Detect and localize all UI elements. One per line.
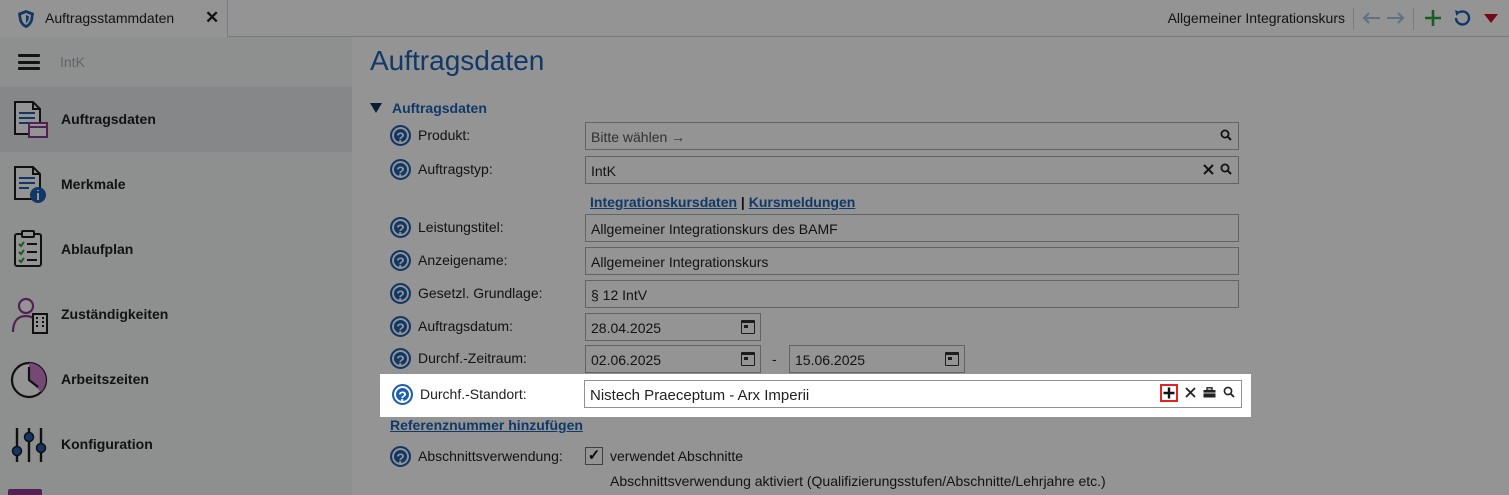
dim-overlay <box>0 417 1509 495</box>
help-icon[interactable]: ? <box>392 384 413 405</box>
briefcase-icon[interactable] <box>1203 385 1216 401</box>
row-standort-highlight: ? Durchf.-Standort: Nistech Praeceptum -… <box>380 374 1251 417</box>
add-plus-icon[interactable] <box>1160 384 1178 402</box>
dim-overlay <box>0 374 380 417</box>
label-standort: Durchf.-Standort: <box>420 386 527 402</box>
standort-value: Nistech Praeceptum - Arx Imperii <box>590 387 810 404</box>
clear-icon[interactable] <box>1185 385 1196 401</box>
dim-overlay <box>1251 374 1509 417</box>
standort-field[interactable]: Nistech Praeceptum - Arx Imperii <box>584 380 1242 408</box>
dim-overlay <box>0 0 1509 374</box>
search-icon[interactable] <box>1223 385 1235 401</box>
